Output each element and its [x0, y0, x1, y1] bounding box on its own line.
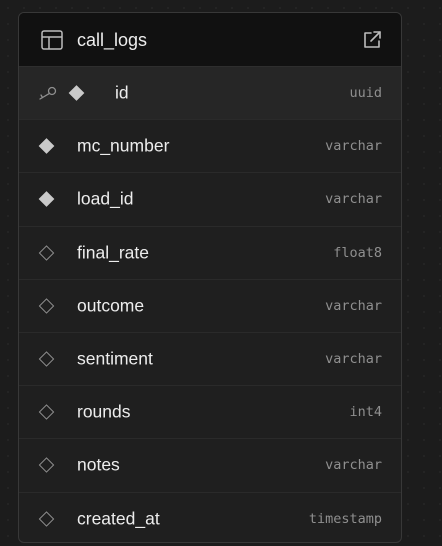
column-row[interactable]: created_at timestamp — [19, 493, 401, 543]
column-row[interactable]: notes varchar — [19, 439, 401, 493]
column-type: varchar — [325, 457, 382, 474]
column-type: varchar — [325, 351, 382, 368]
diamond-filled-icon — [38, 138, 55, 155]
external-link-icon[interactable] — [361, 29, 383, 51]
column-type: varchar — [325, 191, 382, 208]
column-type: int4 — [349, 404, 382, 421]
diamond-outline-icon — [38, 511, 55, 527]
diamond-outline-icon — [38, 244, 55, 261]
column-name: created_at — [77, 508, 160, 529]
column-row[interactable]: load_id varchar — [19, 173, 401, 227]
column-name: sentiment — [77, 348, 153, 369]
column-type: timestamp — [308, 511, 382, 528]
key-icon — [39, 86, 57, 100]
column-list: id uuid mc_number varchar load_id varchar fina… — [19, 67, 401, 543]
table-icon — [41, 30, 63, 50]
column-name: rounds — [77, 401, 131, 422]
column-type: varchar — [325, 138, 382, 155]
column-row[interactable]: mc_number varchar — [19, 120, 401, 174]
diamond-outline-icon — [38, 457, 55, 474]
schema-canvas: call_logs id uuid mc_number varchar load_id v… — [0, 0, 442, 546]
diamond-outline-icon — [38, 298, 55, 314]
column-name: id — [115, 82, 129, 103]
column-name: mc_number — [77, 135, 170, 156]
column-type: float8 — [333, 244, 382, 261]
column-type: varchar — [325, 297, 382, 314]
column-name: final_rate — [77, 242, 149, 263]
table-node[interactable]: call_logs id uuid mc_number varchar load_id v… — [18, 12, 402, 543]
column-name: notes — [77, 454, 120, 475]
diamond-outline-icon — [38, 404, 55, 420]
column-name: load_id — [77, 188, 134, 209]
column-name: outcome — [77, 295, 145, 316]
column-row[interactable]: sentiment varchar — [19, 333, 401, 387]
column-row[interactable]: rounds int4 — [19, 386, 401, 440]
diamond-filled-icon — [68, 85, 85, 101]
column-row[interactable]: id uuid — [19, 67, 401, 121]
table-header: call_logs — [19, 13, 401, 67]
column-row[interactable]: final_rate float8 — [19, 227, 401, 280]
diamond-outline-icon — [38, 351, 55, 367]
column-row[interactable]: outcome varchar — [19, 280, 401, 333]
table-name: call_logs — [77, 30, 148, 50]
diamond-filled-icon — [38, 191, 55, 208]
column-type: uuid — [349, 85, 382, 102]
